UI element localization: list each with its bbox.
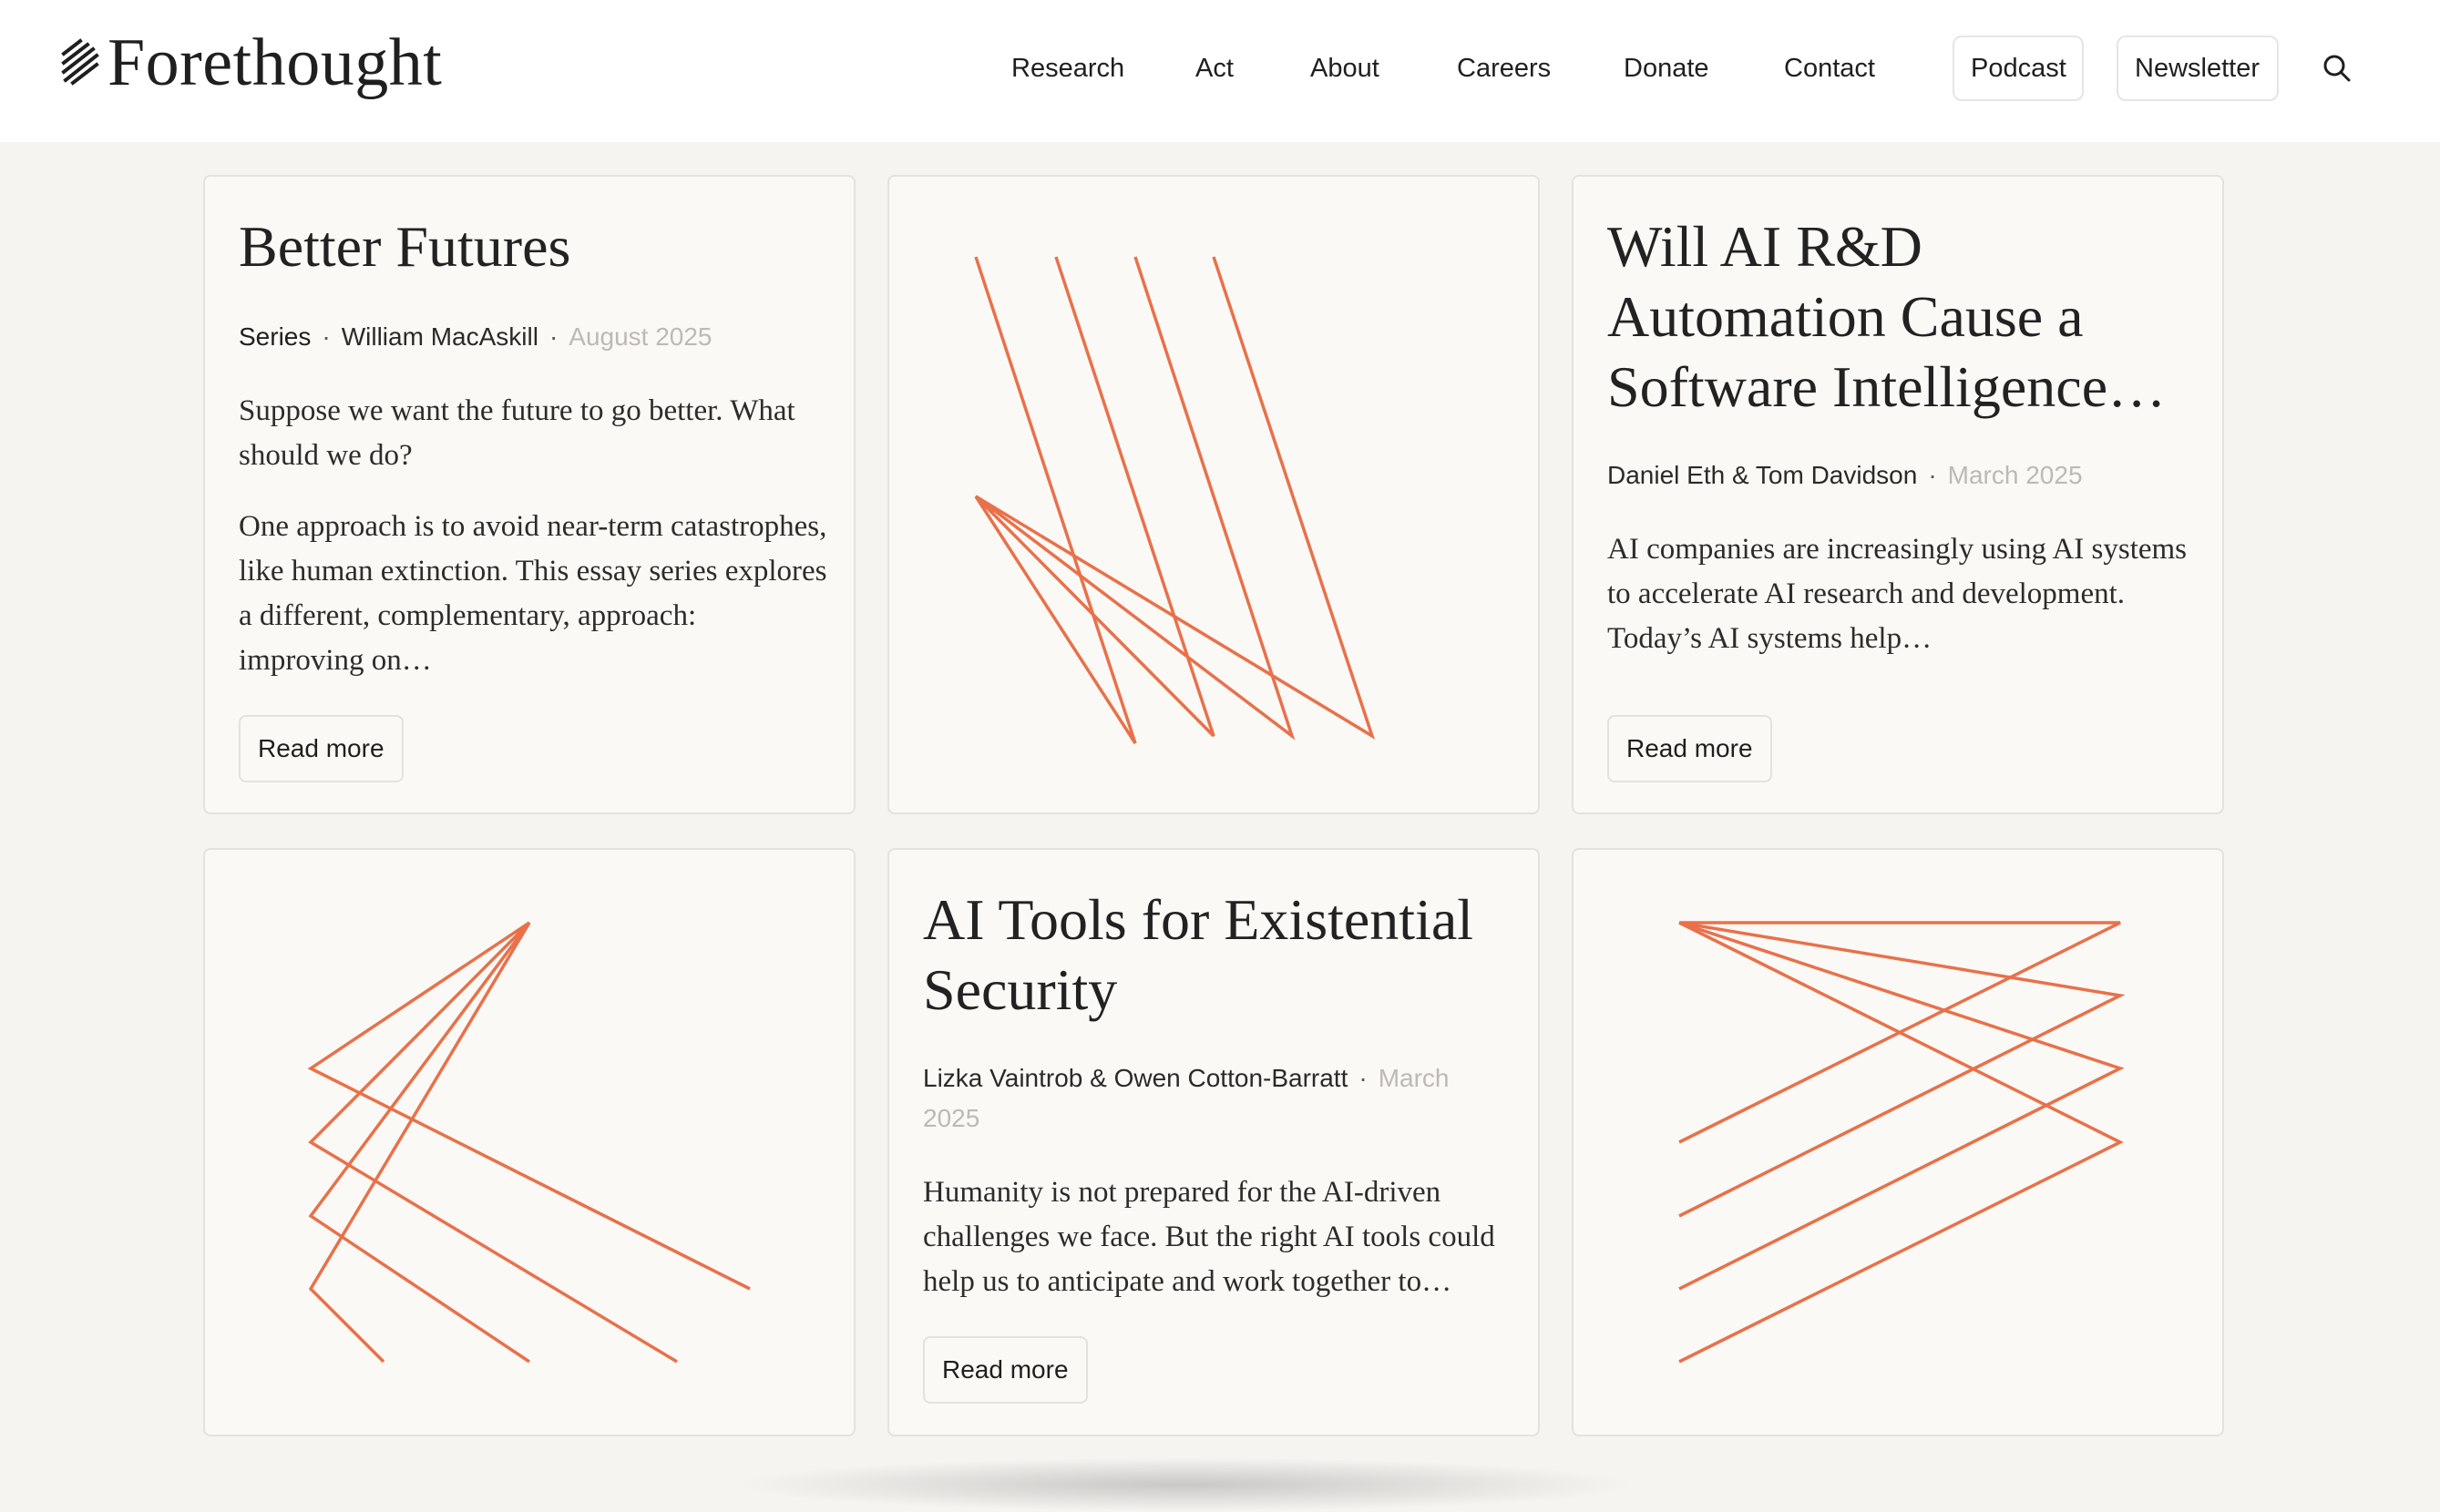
card-date: March 2025 bbox=[1947, 461, 2083, 489]
artwork-lines bbox=[974, 256, 1376, 744]
nav-act[interactable]: Act bbox=[1195, 50, 1234, 87]
excerpt-paragraph: Suppose we want the future to go better.… bbox=[239, 394, 795, 472]
card-date: August 2025 bbox=[569, 322, 713, 351]
art-line bbox=[974, 256, 1376, 744]
nav-research[interactable]: Research bbox=[1011, 50, 1124, 87]
nav-careers[interactable]: Careers bbox=[1457, 50, 1551, 87]
meta-separator: · bbox=[322, 322, 331, 351]
search-icon[interactable] bbox=[2322, 53, 2353, 84]
card-excerpt: Humanity is not prepared for the AI-driv… bbox=[923, 1170, 1512, 1304]
read-more-button[interactable]: Read more bbox=[923, 1336, 1088, 1404]
meta-separator: · bbox=[1358, 1064, 1368, 1092]
card-author[interactable]: Daniel Eth & Tom Davidson bbox=[1607, 461, 1917, 489]
card-artwork[interactable] bbox=[1572, 848, 2224, 1436]
card-type: Series bbox=[239, 322, 312, 351]
card-title[interactable]: Will AI R&D Automation Cause a Software … bbox=[1607, 211, 2195, 422]
card-author[interactable]: Lizka Vaintrob & Owen Cotton-Barratt bbox=[923, 1064, 1348, 1092]
meta-separator: · bbox=[1928, 461, 1937, 489]
meta-separator: · bbox=[548, 322, 559, 351]
newsletter-button[interactable]: Newsletter bbox=[2117, 36, 2279, 101]
logo-text: Forethought bbox=[108, 26, 443, 100]
art-line bbox=[308, 922, 531, 1364]
card-excerpt: Suppose we want the future to go better.… bbox=[239, 389, 828, 683]
card-excerpt: AI companies are increasingly using AI s… bbox=[1607, 527, 2197, 661]
card-author[interactable]: William MacAskill bbox=[342, 322, 538, 351]
card-artwork[interactable] bbox=[887, 175, 1540, 814]
card-artwork[interactable] bbox=[203, 848, 856, 1436]
artwork-lines bbox=[1678, 921, 2126, 1364]
nav-about[interactable]: About bbox=[1310, 50, 1379, 87]
card-ai-rd: Will AI R&D Automation Cause a Software … bbox=[1572, 175, 2224, 814]
artwork-lines bbox=[307, 921, 751, 1364]
site-header: Forethought Research Act About Careers D… bbox=[0, 0, 2440, 142]
art-line bbox=[1678, 921, 2124, 1364]
logo-mark-icon bbox=[61, 38, 99, 86]
card-title[interactable]: AI Tools for Existential Security bbox=[923, 884, 1511, 1025]
card-meta: Series · William MacAskill · August 2025 bbox=[239, 317, 826, 357]
excerpt-paragraph: AI companies are increasingly using AI s… bbox=[1607, 533, 2188, 655]
art-line bbox=[974, 256, 1296, 741]
excerpt-paragraph: One approach is to avoid near-term catas… bbox=[239, 510, 827, 677]
art-line bbox=[308, 921, 531, 1364]
card-meta: Daniel Eth & Tom Davidson · March 2025 bbox=[1607, 455, 2195, 495]
card-title[interactable]: Better Futures bbox=[239, 211, 826, 281]
art-line bbox=[1678, 921, 2126, 1218]
nav-contact[interactable]: Contact bbox=[1784, 50, 1875, 87]
card-better-futures: Better Futures Series · William MacAskill ·… bbox=[203, 175, 856, 814]
nav-donate[interactable]: Donate bbox=[1624, 50, 1709, 87]
card-ai-tools: AI Tools for Existential Security Lizka … bbox=[887, 848, 1540, 1436]
excerpt-paragraph: Humanity is not prepared for the AI-driv… bbox=[923, 1176, 1495, 1298]
logo[interactable]: Forethought bbox=[60, 22, 442, 104]
read-more-button[interactable]: Read more bbox=[1607, 715, 1772, 782]
card-meta: Lizka Vaintrob & Owen Cotton-Barratt · Mar… bbox=[923, 1058, 1483, 1139]
read-more-button[interactable]: Read more bbox=[239, 715, 404, 782]
podcast-button[interactable]: Podcast bbox=[1953, 36, 2084, 101]
scroll-shadow bbox=[729, 1457, 1640, 1512]
art-line bbox=[307, 921, 751, 1291]
